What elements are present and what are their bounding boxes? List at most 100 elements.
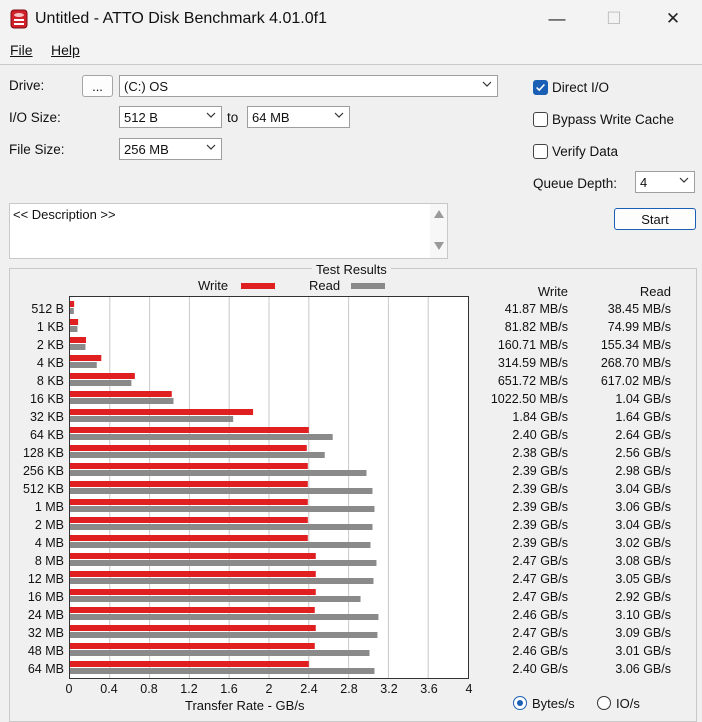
drive-label: Drive: xyxy=(9,78,45,93)
read-bar xyxy=(70,362,97,368)
legend-read-label: Read xyxy=(309,278,341,293)
io-size-row-label: 64 KB xyxy=(29,428,64,442)
read-bar xyxy=(70,650,370,656)
bypass-write-cache-checkbox[interactable] xyxy=(533,112,548,127)
maximize-button[interactable]: ☐ xyxy=(585,0,643,38)
verify-data-checkbox[interactable] xyxy=(533,144,548,159)
write-bar xyxy=(70,553,316,559)
close-icon: ✕ xyxy=(665,9,681,28)
read-value: 3.09 GB/s xyxy=(615,626,671,640)
io-per-second-label: IO/s xyxy=(616,696,640,711)
drive-select[interactable]: (C:) OS xyxy=(119,75,498,97)
read-value: 2.92 GB/s xyxy=(615,590,671,604)
write-bar xyxy=(70,643,315,649)
scroll-up-icon[interactable] xyxy=(434,210,444,218)
close-button[interactable]: ✕ xyxy=(644,0,702,38)
read-bar xyxy=(70,668,375,674)
io-size-row-label: 48 MB xyxy=(27,644,64,658)
read-bar xyxy=(70,578,374,584)
read-bar xyxy=(70,614,379,620)
queue-depth-label: Queue Depth: xyxy=(533,176,618,191)
x-tick-label: 2 xyxy=(265,682,273,696)
write-bar xyxy=(70,355,102,361)
io-size-from-value: 512 B xyxy=(124,110,158,125)
x-tick-label: 3.6 xyxy=(420,682,438,696)
title-bar: Untitled - ATTO Disk Benchmark 4.01.0f1 … xyxy=(0,0,702,38)
queue-depth-value: 4 xyxy=(640,175,648,190)
write-value: 1022.50 MB/s xyxy=(490,392,568,406)
window-title: Untitled - ATTO Disk Benchmark 4.01.0f1 xyxy=(35,10,327,27)
chevron-down-icon xyxy=(206,144,216,150)
io-size-row-label: 16 MB xyxy=(27,590,64,604)
read-bar xyxy=(70,416,234,422)
read-bar xyxy=(70,344,86,350)
read-column-header: Read xyxy=(639,284,671,299)
x-tick-label: 3.2 xyxy=(380,682,398,696)
read-value: 3.04 GB/s xyxy=(615,482,671,496)
write-bar xyxy=(70,499,308,505)
write-bar xyxy=(70,589,316,595)
minimize-button[interactable]: — xyxy=(528,0,586,38)
checkmark-icon xyxy=(536,83,545,92)
io-size-to-value: 64 MB xyxy=(252,110,290,125)
app-disk-icon xyxy=(10,9,28,29)
write-value: 81.82 MB/s xyxy=(504,320,568,334)
read-value: 268.70 MB/s xyxy=(600,356,671,370)
verify-data-label: Verify Data xyxy=(552,144,619,159)
read-value: 3.01 GB/s xyxy=(615,644,671,658)
write-bar xyxy=(70,319,79,325)
io-size-row-label: 32 KB xyxy=(29,410,64,424)
read-value: 2.98 GB/s xyxy=(615,464,671,478)
drive-select-value: (C:) OS xyxy=(124,79,169,94)
results-heading: Test Results xyxy=(312,262,391,277)
io-size-from-select[interactable]: 512 B xyxy=(119,106,222,128)
write-value: 2.39 GB/s xyxy=(512,482,568,496)
io-size-row-label: 4 MB xyxy=(34,536,64,550)
chevron-down-icon xyxy=(334,112,344,118)
read-value: 3.02 GB/s xyxy=(615,536,671,550)
browse-button[interactable]: ... xyxy=(82,75,113,97)
x-axis-label: Transfer Rate - GB/s xyxy=(185,698,305,713)
bypass-write-cache-label: Bypass Write Cache xyxy=(552,112,675,127)
write-bar xyxy=(70,445,307,451)
write-bar xyxy=(70,571,316,577)
io-size-row-label: 24 MB xyxy=(27,608,64,622)
x-tick-label: 0 xyxy=(65,682,73,696)
write-bar xyxy=(70,301,75,307)
direct-io-checkbox[interactable] xyxy=(533,80,548,95)
menu-file[interactable]: File xyxy=(10,42,33,58)
queue-depth-select[interactable]: 4 xyxy=(635,171,695,193)
legend-write-label: Write xyxy=(198,278,229,293)
chevron-down-icon xyxy=(679,177,689,183)
io-size-row-label: 256 KB xyxy=(22,464,64,478)
bytes-per-second-radio[interactable] xyxy=(513,696,527,710)
io-size-row-label: 2 KB xyxy=(36,338,64,352)
menu-help[interactable]: Help xyxy=(51,42,80,58)
description-scrollbar[interactable] xyxy=(430,204,447,258)
file-size-select[interactable]: 256 MB xyxy=(119,138,222,160)
io-size-row-label: 64 MB xyxy=(27,662,64,676)
io-size-row-label: 128 KB xyxy=(22,446,64,460)
description-box[interactable]: << Description >> xyxy=(9,203,448,259)
io-size-label: I/O Size: xyxy=(9,110,61,125)
read-value: 3.06 GB/s xyxy=(615,662,671,676)
io-size-row-label: 16 KB xyxy=(29,392,64,406)
read-value: 3.05 GB/s xyxy=(615,572,671,586)
read-value: 2.64 GB/s xyxy=(615,428,671,442)
write-bar xyxy=(70,409,254,415)
description-text: << Description >> xyxy=(13,207,116,222)
start-button[interactable]: Start xyxy=(614,208,696,230)
read-bar xyxy=(70,542,371,548)
read-value: 2.56 GB/s xyxy=(615,446,671,460)
io-size-to-select[interactable]: 64 MB xyxy=(247,106,350,128)
scroll-down-icon[interactable] xyxy=(434,242,444,250)
write-value: 2.38 GB/s xyxy=(512,446,568,460)
read-bar xyxy=(70,524,373,530)
legend-write-swatch xyxy=(241,283,275,289)
io-size-row-label: 512 KB xyxy=(22,482,64,496)
read-value: 1.64 GB/s xyxy=(615,410,671,424)
io-size-row-label: 1 KB xyxy=(36,320,64,334)
read-bar xyxy=(70,326,78,332)
io-per-second-radio[interactable] xyxy=(597,696,611,710)
x-tick-label: 4 xyxy=(465,682,473,696)
